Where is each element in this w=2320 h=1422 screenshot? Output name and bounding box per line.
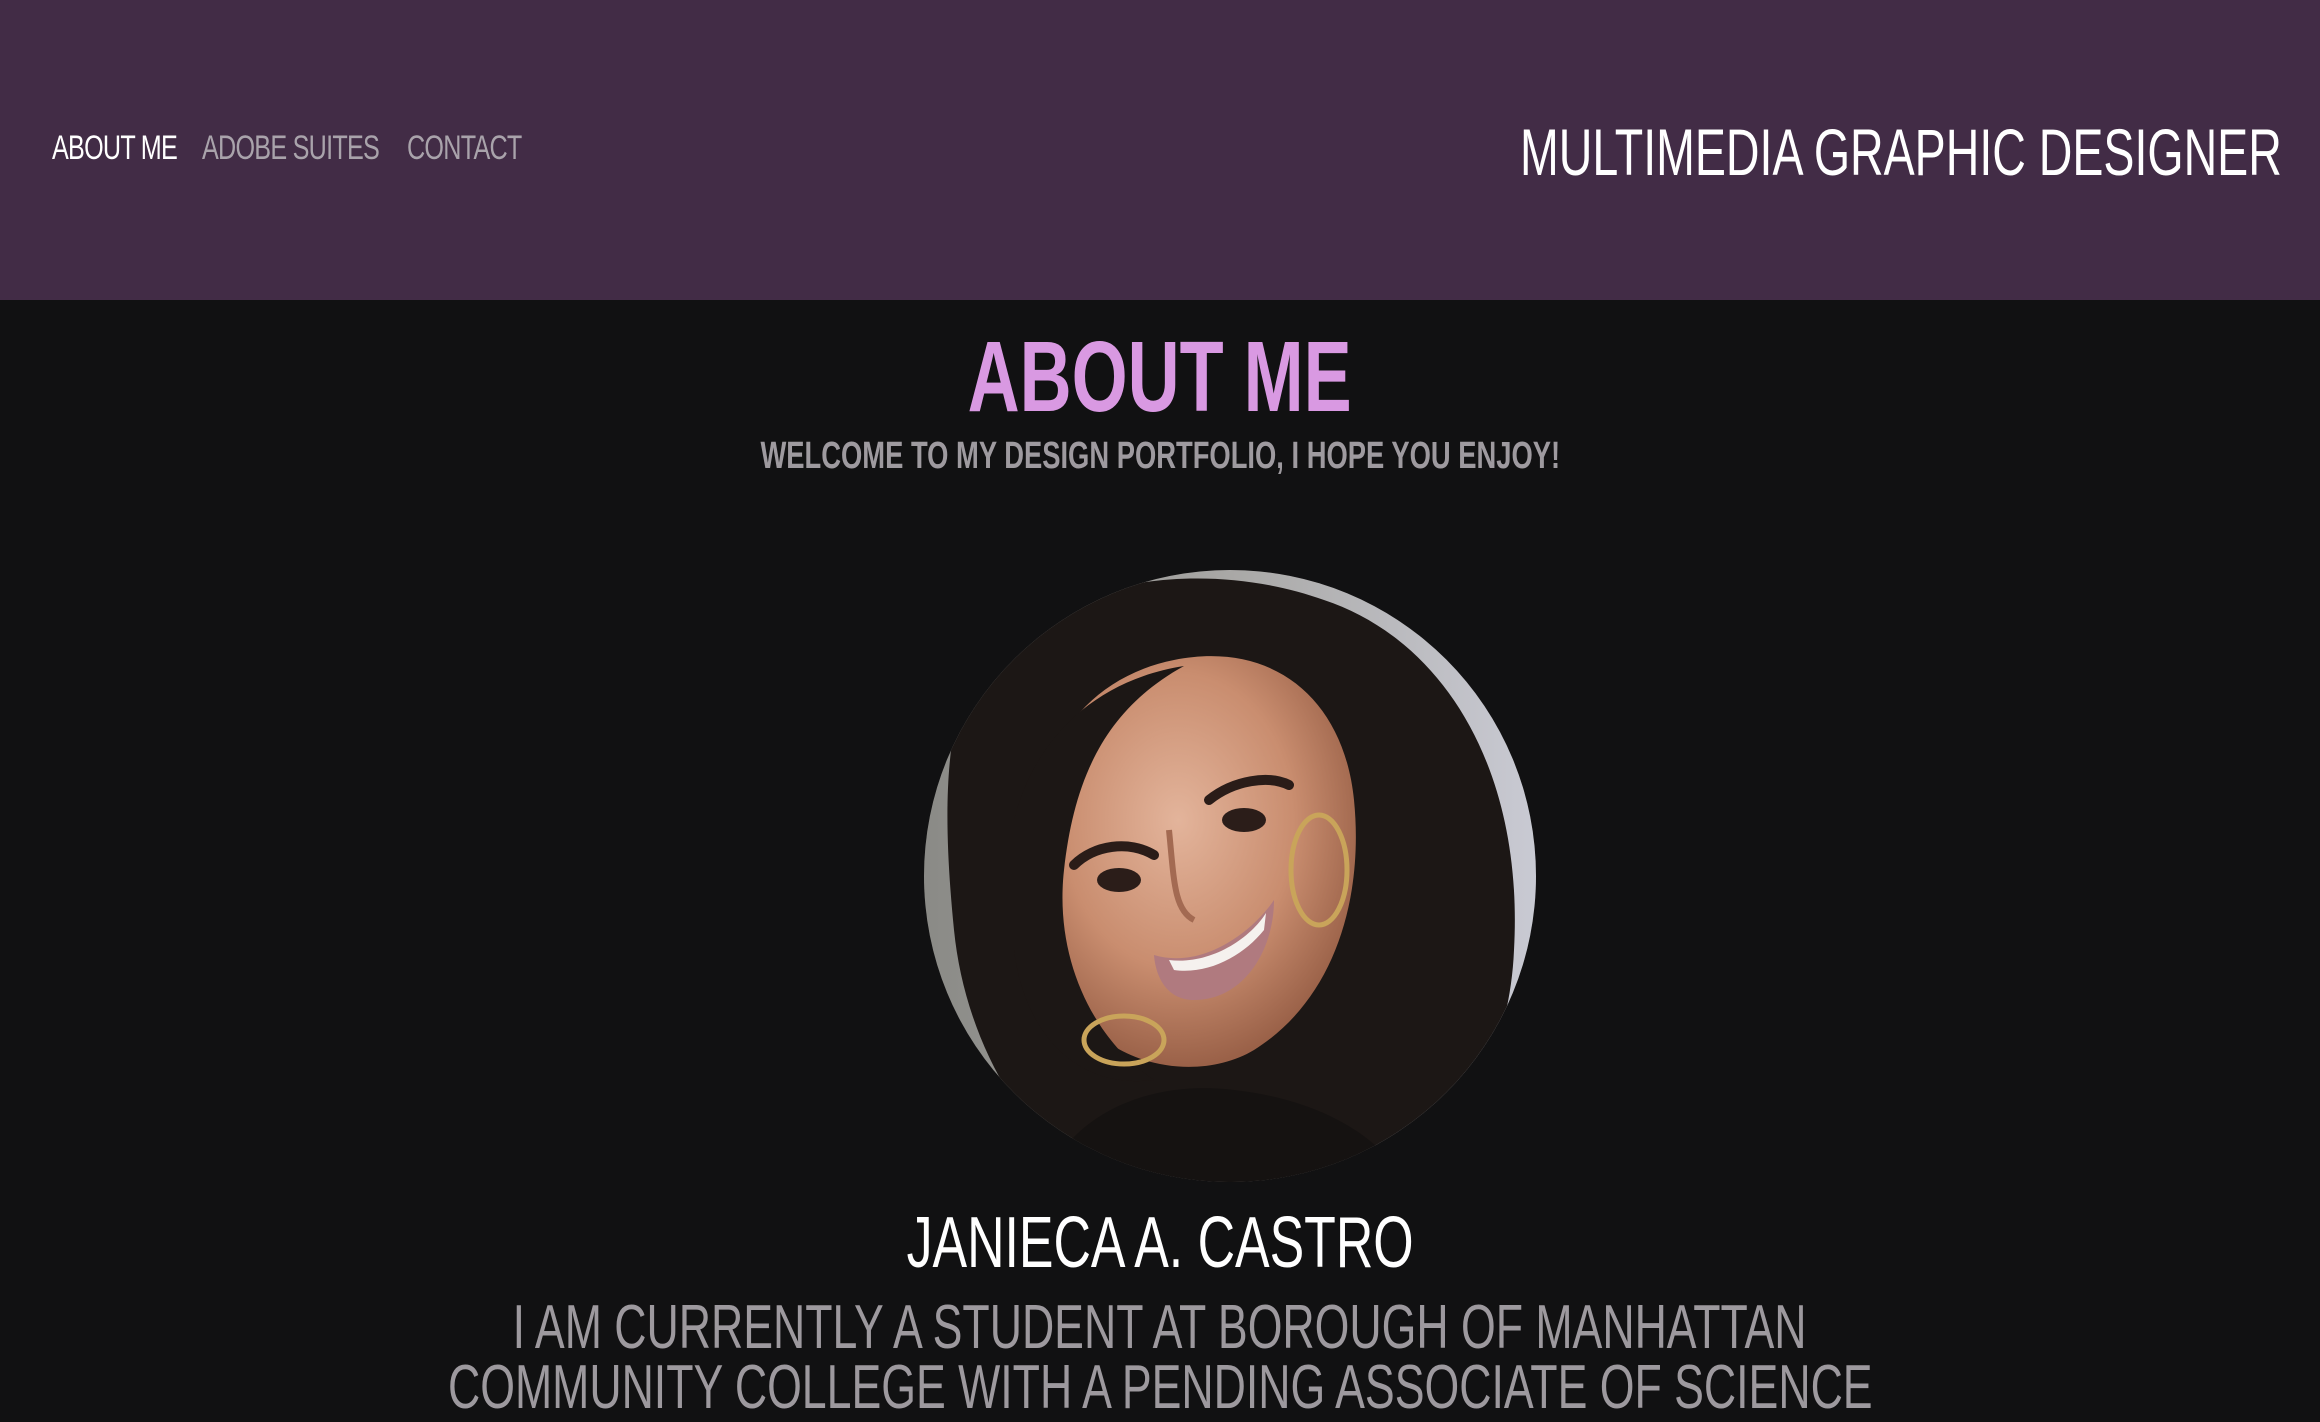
nav-item-adobe-suites[interactable]: ADOBE SUITES [202,126,380,170]
bio-text-line: COMMUNITY COLLEGE WITH A PENDING ASSOCIA… [447,1353,1873,1422]
bio-row-2: COMMUNITY COLLEGE WITH A PENDING ASSOCIA… [0,1353,2320,1422]
tagline: WELCOME TO MY DESIGN PORTFOLIO, I HOPE Y… [760,435,1560,477]
person-name: JANIECA A. CASTRO [906,1203,1414,1283]
profile-photo [924,570,1536,1182]
name-row: JANIECA A. CASTRO [0,1200,2320,1286]
nav-item-contact[interactable]: CONTACT [407,126,522,170]
bio-text-line: I AM CURRENTLY A STUDENT AT BOROUGH OF M… [513,1293,1807,1362]
site-title[interactable]: MULTIMEDIA GRAPHIC DESIGNER [1520,112,2282,192]
bio-row-1: I AM CURRENTLY A STUDENT AT BOROUGH OF M… [0,1293,2320,1362]
site-header: ABOUT ME ADOBE SUITES CONTACT MULTIMEDIA… [0,0,2320,300]
nav-item-about-me[interactable]: ABOUT ME [52,126,178,170]
tagline-row: WELCOME TO MY DESIGN PORTFOLIO, I HOPE Y… [0,430,2320,482]
page-heading: ABOUT ME [968,321,1352,433]
page-heading-row: ABOUT ME [0,322,2320,432]
about-section: ABOUT ME WELCOME TO MY DESIGN PORTFOLIO,… [0,300,2320,1419]
